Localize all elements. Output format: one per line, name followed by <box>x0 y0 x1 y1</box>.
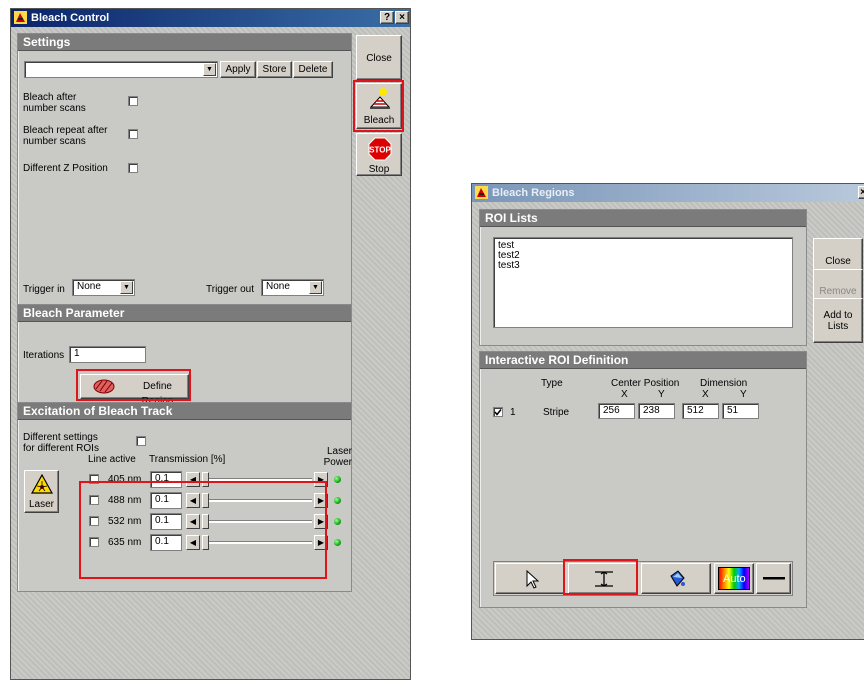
trigger-in-select[interactable]: None ▼ <box>72 279 135 296</box>
roi-lists-header: ROI Lists <box>480 210 806 227</box>
roi-row: 1 Stripe 256 238 512 51 <box>480 402 806 422</box>
roi-toolbar: Auto <box>493 561 793 596</box>
diff-settings-checkbox[interactable] <box>136 436 146 446</box>
svg-text:STOP: STOP <box>369 146 391 155</box>
laser-power-led-icon <box>334 518 341 525</box>
pointer-tool-button[interactable] <box>495 563 565 594</box>
line-tool-button[interactable] <box>756 563 791 594</box>
trigger-in-label: Trigger in <box>23 284 65 295</box>
roi-lists-panel: ROI Lists test test2 test3 <box>479 209 807 346</box>
roi-row-checkbox[interactable] <box>493 407 503 417</box>
list-item[interactable]: test3 <box>498 261 788 271</box>
laser-power-led-icon <box>334 497 341 504</box>
roi-index: 1 <box>510 407 516 418</box>
auto-color-button[interactable]: Auto <box>714 563 754 594</box>
stripe-tool-highlight <box>563 559 638 595</box>
dimension-y-field[interactable]: 51 <box>722 403 759 419</box>
bleach-control-window: Bleach Control ? × Settings ▼ Apply Stor… <box>10 8 411 680</box>
iterations-label: Iterations <box>23 350 65 361</box>
stop-sign-icon: STOP <box>368 137 392 161</box>
paint-bucket-icon <box>670 570 685 587</box>
diff-settings-label: Different settings for different ROIs <box>23 432 99 454</box>
settings-panel: Settings ▼ Apply Store Delete Bleach aft… <box>17 33 352 307</box>
chevron-down-icon[interactable]: ▼ <box>203 63 216 76</box>
diff-z-checkbox[interactable] <box>128 163 138 173</box>
close-window-button[interactable]: × <box>858 186 864 199</box>
center-y-field[interactable]: 238 <box>638 403 675 419</box>
laser-power-label: Laser Power <box>323 446 352 468</box>
dimension-x-field[interactable]: 512 <box>682 403 719 419</box>
apply-button[interactable]: Apply <box>220 61 256 78</box>
center-x-label: X <box>621 389 628 400</box>
list-item[interactable]: test2 <box>498 251 788 261</box>
cursor-arrow-icon <box>526 570 539 589</box>
settings-header: Settings <box>18 34 351 51</box>
help-button[interactable]: ? <box>380 11 394 24</box>
transmission-label: Transmission [%] <box>149 454 226 465</box>
col-dimension-label: Dimension <box>700 378 748 389</box>
iterations-field[interactable]: 1 <box>69 346 146 363</box>
fill-tool-button[interactable] <box>641 563 711 594</box>
laser-power-led-icon <box>334 539 341 546</box>
col-type-label: Type <box>541 378 563 389</box>
dimension-y-label: Y <box>740 389 747 400</box>
bleach-regions-titlebar[interactable]: Bleach Regions × <box>472 184 864 202</box>
laser-lines-highlight <box>79 481 327 579</box>
chevron-down-icon[interactable]: ▼ <box>309 281 322 294</box>
bleach-after-label: Bleach after number scans <box>23 92 86 114</box>
roi-listbox[interactable]: test test2 test3 <box>493 237 793 328</box>
delete-button[interactable]: Delete <box>293 61 333 78</box>
chevron-down-icon[interactable]: ▼ <box>120 281 133 294</box>
trigger-out-label: Trigger out <box>206 284 254 295</box>
center-x-field[interactable]: 256 <box>598 403 635 419</box>
dimension-x-label: X <box>702 389 709 400</box>
rainbow-auto-icon: Auto <box>718 567 750 590</box>
checkmark-icon <box>494 409 502 416</box>
bleach-parameter-header: Bleach Parameter <box>18 305 351 322</box>
trigger-out-select[interactable]: None ▼ <box>261 279 324 296</box>
line-active-label: Line active <box>88 454 136 465</box>
bleach-control-titlebar[interactable]: Bleach Control ? × <box>11 9 410 27</box>
excitation-header: Excitation of Bleach Track <box>18 403 351 420</box>
center-y-label: Y <box>658 389 665 400</box>
col-center-label: Center Position <box>611 378 680 389</box>
zeiss-app-icon <box>475 186 488 199</box>
zeiss-app-icon <box>14 11 27 24</box>
settings-combo[interactable]: ▼ <box>24 61 218 78</box>
store-button[interactable]: Store <box>257 61 292 78</box>
window-title: Bleach Regions <box>492 187 575 199</box>
define-region-highlight <box>76 369 191 401</box>
bleach-repeat-checkbox[interactable] <box>128 129 138 139</box>
roi-type: Stripe <box>543 407 570 418</box>
bleach-after-checkbox[interactable] <box>128 96 138 106</box>
line-tool-icon <box>763 577 785 580</box>
add-to-lists-button[interactable]: Add to Lists <box>813 298 863 343</box>
window-title: Bleach Control <box>31 12 110 24</box>
interactive-roi-header: Interactive ROI Definition <box>480 352 806 369</box>
close-window-button[interactable]: × <box>395 11 409 24</box>
stop-button[interactable]: STOP Stop <box>356 133 402 176</box>
laser-power-led-icon <box>334 476 341 483</box>
bleach-repeat-label: Bleach repeat after number scans <box>23 125 108 147</box>
diff-z-label: Different Z Position <box>23 163 108 174</box>
list-item[interactable]: test <box>498 241 788 251</box>
interactive-roi-panel: Interactive ROI Definition Type Center P… <box>479 351 807 608</box>
bleach-regions-window: Bleach Regions × ROI Lists test test2 te… <box>471 183 864 640</box>
bleach-button-highlight <box>353 80 404 132</box>
close-button[interactable]: Close <box>356 35 402 80</box>
